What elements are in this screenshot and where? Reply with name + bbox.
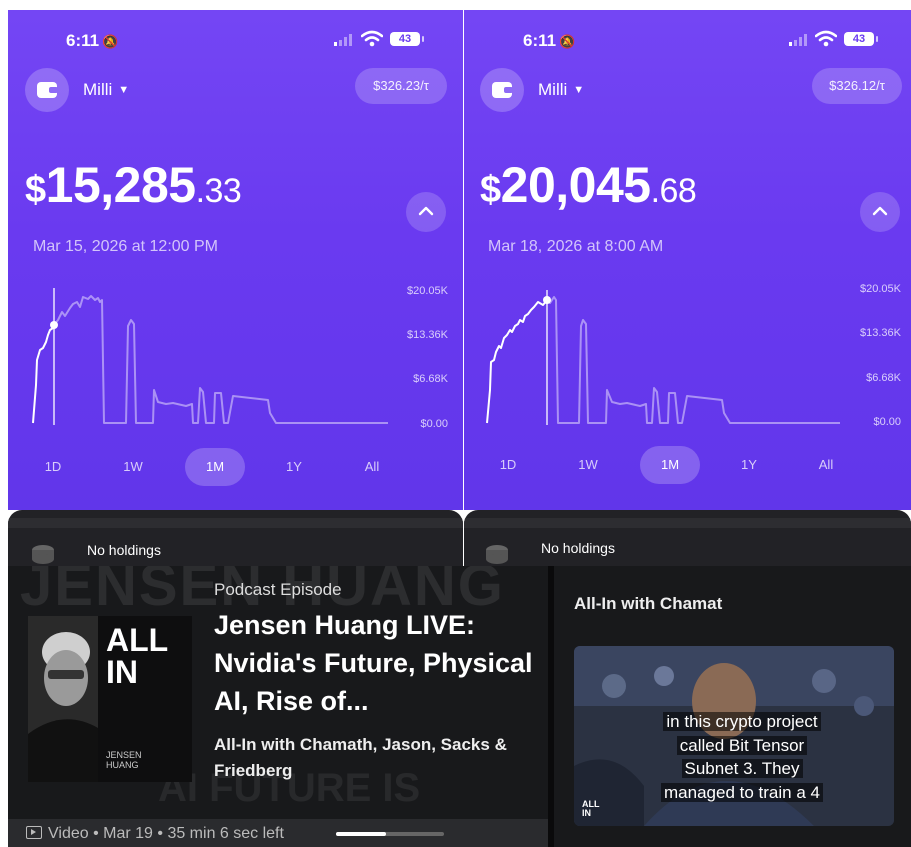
balance-date: Mar 18, 2026 at 8:00 AM <box>488 238 664 255</box>
wifi-icon <box>361 30 383 47</box>
battery-icon: 43 <box>390 32 424 46</box>
chart-line-past <box>32 324 55 424</box>
holdings-section-right: No holdings <box>464 510 911 566</box>
chart-line-past <box>486 299 548 424</box>
range-1w[interactable]: 1W <box>103 448 163 486</box>
token-price-badge[interactable]: $326.12/τ <box>812 68 902 104</box>
range-1d[interactable]: 1D <box>478 446 538 484</box>
y-label-2: $13.36K <box>860 327 901 339</box>
status-time: 6:11 🔕 <box>523 31 576 50</box>
chart-line-future <box>546 296 840 424</box>
signal-icon <box>789 34 807 46</box>
chart-line-future <box>53 295 388 424</box>
balance-chart[interactable] <box>484 280 854 440</box>
range-1y[interactable]: 1Y <box>264 448 324 486</box>
episode-progress-fill <box>336 832 386 836</box>
caret-down-icon: ▼ <box>118 84 130 96</box>
cover-logo: ALL IN <box>106 622 169 690</box>
wallet-button[interactable] <box>480 68 524 112</box>
thumbnail-logo: ALL IN <box>582 799 600 818</box>
range-all[interactable]: All <box>796 446 856 484</box>
chart-cursor-dot[interactable] <box>50 321 58 329</box>
episode-progress-bar <box>336 832 444 836</box>
holdings-section-left: No holdings <box>8 510 463 566</box>
wallet-button[interactable] <box>25 68 69 112</box>
episode-meta: Video • Mar 19 • 35 min 6 sec left <box>26 825 284 843</box>
status-time: 6:11 🔕 <box>66 31 119 50</box>
balance-chart[interactable] <box>28 280 398 440</box>
y-label-min: $0.00 <box>420 418 448 430</box>
video-caption: in this crypto project called Bit Tensor… <box>632 710 852 804</box>
podcast-episode-card[interactable]: JENSEN HUANG AI FUTURE IS ALL IN JENSEN HU… <box>8 566 911 847</box>
divider <box>548 566 554 847</box>
y-label-max: $20.05K <box>407 285 448 297</box>
signal-icon <box>334 34 352 46</box>
coins-icon <box>486 545 508 564</box>
video-thumbnail[interactable]: in this crypto project called Bit Tensor… <box>574 646 894 826</box>
holdings-empty-text: No holdings <box>87 542 161 558</box>
range-all[interactable]: All <box>342 448 402 486</box>
right-wallet-screen: 6:11 🔕 43 Milli ▼ $326.12/τ $20,045.68 Mar… <box>464 10 911 510</box>
coins-icon <box>32 545 54 564</box>
y-label-3: $6.68K <box>866 372 901 384</box>
range-1m[interactable]: 1M <box>185 448 245 486</box>
account-selector[interactable]: Milli ▼ <box>538 80 584 100</box>
wallet-icon <box>492 82 513 98</box>
collapse-button[interactable] <box>860 192 900 232</box>
battery-icon: 43 <box>844 32 878 46</box>
y-label-3: $6.68K <box>413 373 448 385</box>
balance-date: Mar 15, 2026 at 12:00 PM <box>33 238 218 255</box>
token-price-badge[interactable]: $326.23/τ <box>355 68 447 104</box>
guest-photo <box>28 616 98 782</box>
episode-type-label: Podcast Episode <box>214 580 342 599</box>
range-1w[interactable]: 1W <box>558 446 618 484</box>
episode-cover-art[interactable]: ALL IN JENSEN HUANG <box>28 616 192 782</box>
range-1m[interactable]: 1M <box>640 446 700 484</box>
bell-muted-icon: 🔕 <box>102 34 119 49</box>
chart-cursor-dot[interactable] <box>543 296 551 304</box>
episode-title[interactable]: Jensen Huang LIVE: Nvidia's Future, Phys… <box>214 606 534 720</box>
caret-down-icon: ▼ <box>573 84 585 96</box>
wallet-icon <box>37 82 58 98</box>
portfolio-balance: $15,285.33 <box>25 157 242 213</box>
holdings-empty-text: No holdings <box>541 540 615 556</box>
account-selector[interactable]: Milli ▼ <box>83 80 129 100</box>
chevron-up-icon <box>872 206 888 216</box>
y-label-2: $13.36K <box>407 329 448 341</box>
episode-meta-bar: Video • Mar 19 • 35 min 6 sec left <box>8 819 548 847</box>
chevron-up-icon <box>418 206 434 216</box>
collapse-button[interactable] <box>406 192 446 232</box>
y-label-max: $20.05K <box>860 283 901 295</box>
left-wallet-screen: 6:11 🔕 43 Milli ▼ $326.23/τ $15,285.33 Mar… <box>8 10 463 510</box>
episode-show-name[interactable]: All-In with Chamath, Jason, Sacks & Frie… <box>214 732 524 784</box>
show-title[interactable]: All-In with Chamat <box>574 594 722 614</box>
y-label-min: $0.00 <box>873 416 901 428</box>
portfolio-balance: $20,045.68 <box>480 157 697 213</box>
bell-muted-icon: 🔕 <box>559 34 576 49</box>
wifi-icon <box>815 30 837 47</box>
video-icon <box>26 826 42 839</box>
range-1y[interactable]: 1Y <box>719 446 779 484</box>
cover-guest-name: JENSEN HUANG <box>106 750 142 770</box>
range-1d[interactable]: 1D <box>23 448 83 486</box>
